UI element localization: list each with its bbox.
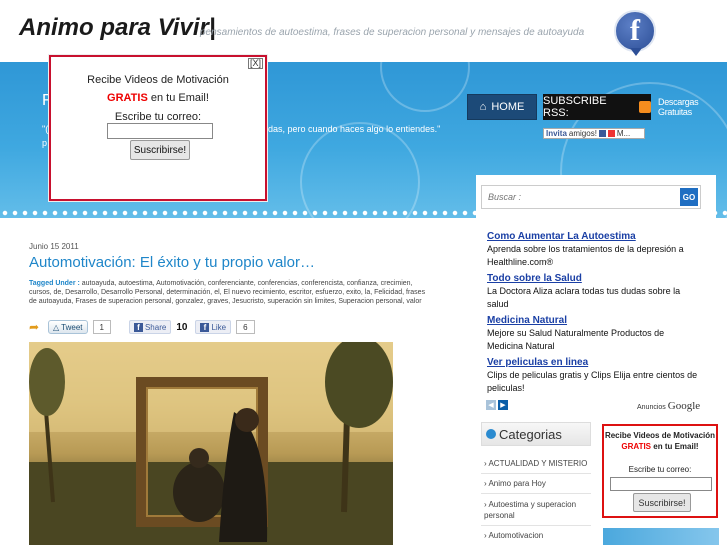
share-count: 10: [176, 321, 188, 333]
banner-quote-line: "(: [42, 124, 49, 134]
ad-text: Aprenda sobre los tratamientos de la dep…: [487, 244, 684, 267]
ad-pager: ◀ ▶: [486, 400, 508, 410]
descargas-gratuitas-link[interactable]: Descargas Gratuitas: [658, 97, 727, 117]
like-label: Like: [211, 322, 227, 332]
twitter-bird-icon: △: [53, 322, 60, 332]
chevron-left-icon[interactable]: ◀: [486, 400, 496, 410]
category-item[interactable]: › Autoestima y superacion personal: [484, 499, 589, 521]
facebook-bubble-tail: [630, 48, 642, 56]
post-image[interactable]: [29, 342, 393, 545]
invita-text: amigos!: [568, 129, 597, 138]
sidebar-banner-strip: [603, 528, 719, 545]
categories-bullet-icon: [486, 429, 496, 439]
ad-title[interactable]: Ver peliculas en linea: [487, 357, 702, 369]
ad-text: Mejore su Salud Naturalmente Productos d…: [487, 328, 665, 351]
mail-mini-label: M...: [616, 129, 631, 138]
category-label: ACTUALIDAD Y MISTERIO: [488, 459, 588, 468]
home-icon: ⌂: [479, 101, 487, 113]
search-input[interactable]: [488, 186, 678, 208]
popup-title: Recibe Videos de Motivación: [87, 74, 229, 86]
banner-quote-line: p: [42, 138, 48, 148]
post-title[interactable]: Automotivación: El éxito y tu propio val…: [29, 254, 315, 271]
nav-home-button[interactable]: ⌂ HOME: [467, 94, 537, 120]
like-count: 6: [236, 320, 255, 334]
divider: [481, 493, 591, 494]
category-item[interactable]: › ACTUALIDAD Y MISTERIO: [484, 458, 589, 469]
sidebar-subscribe-title: Recibe Videos de Motivación GRATIS en tu …: [604, 430, 716, 452]
popup-subtitle-rest: en tu Email!: [147, 92, 209, 104]
ad-title[interactable]: Todo sobre la Salud: [487, 273, 702, 285]
google-logo: Google: [667, 400, 701, 412]
invita-label: Invita: [546, 129, 567, 138]
share-row: ➦ △ Tweet 1 f Share 10 f Like 6: [29, 319, 255, 335]
facebook-like-button[interactable]: f Like: [195, 320, 232, 334]
post-tags-list[interactable]: autoayuda, autoestima, Automotivación, c…: [29, 280, 425, 305]
subscribe-popup: [X] Recibe Videos de Motivación GRATIS e…: [49, 55, 267, 201]
popup-email-label: Escribe tu correo:: [114, 111, 202, 123]
ad-text: Clips de peliculas gratis y Clips Elija …: [487, 370, 698, 393]
post-image-illustration: [29, 342, 393, 545]
ad-title[interactable]: Medicina Natural: [487, 315, 702, 327]
popup-subscribe-button[interactable]: Suscribirse!: [130, 140, 190, 160]
banner-swirl: [380, 62, 470, 112]
post-tags-label: Tagged Under :: [29, 280, 80, 287]
post-tags: Tagged Under : autoayuda, autoestima, Au…: [29, 279, 429, 306]
facebook-icon: f: [200, 322, 210, 332]
subscribe-rss-button[interactable]: SUBSCRIBE RSS:: [543, 94, 651, 120]
share-label: Share: [144, 322, 167, 332]
sidebar-subscribe-box: Recibe Videos de Motivación GRATIS en tu …: [602, 424, 718, 518]
site-title[interactable]: Animo para Vivir|: [19, 14, 216, 42]
facebook-share-button[interactable]: f Share: [128, 320, 172, 334]
nav-home-label: HOME: [491, 101, 525, 113]
ad-text: La Doctora Aliza aclara todas tus dudas …: [487, 286, 681, 309]
facebook-mini-icon: [598, 130, 606, 137]
site-tagline: pensamientos de autoestima, frases de su…: [200, 27, 585, 38]
ads-list: Como Aumentar La Autoestima Aprenda sobr…: [487, 231, 702, 399]
search-box: GO: [481, 185, 701, 209]
categories-title: Categorias: [499, 426, 562, 442]
categories-header: Categorias: [481, 422, 591, 446]
heart-mini-icon: [607, 130, 615, 137]
category-item[interactable]: › Automotivacion: [484, 530, 589, 541]
share-arrow-icon: ➦: [29, 320, 40, 334]
site-header: Animo para Vivir| pensamientos de autoes…: [0, 0, 727, 62]
categories-widget: Categorias › ACTUALIDAD Y MISTERIO › Ani…: [481, 422, 591, 545]
divider: [481, 525, 591, 526]
tweet-button[interactable]: △ Tweet: [48, 320, 88, 334]
tweet-count: 1: [92, 320, 111, 334]
chevron-right-icon[interactable]: ▶: [498, 400, 508, 410]
category-label: Animo para Hoy: [488, 479, 546, 488]
post-date: Junio 15 2011: [29, 242, 79, 251]
category-item[interactable]: › Animo para Hoy: [484, 478, 589, 489]
facebook-glyph: f: [630, 14, 640, 47]
subscribe-rss-label: SUBSCRIBE RSS:: [543, 95, 607, 119]
sidebar-subscribe-button[interactable]: Suscribirse!: [633, 493, 691, 512]
banner-swirl: [300, 122, 420, 218]
category-label: Automotivacion: [488, 531, 544, 540]
sidebar-subscribe-line2: en tu Email!: [651, 442, 699, 451]
ad-title[interactable]: Como Aumentar La Autoestima: [487, 231, 702, 243]
facebook-icon[interactable]: f: [614, 10, 656, 52]
popup-email-input[interactable]: [107, 123, 213, 139]
ads-by-google[interactable]: Anuncios Google: [637, 400, 700, 412]
category-label: Autoestima y superacion personal: [484, 500, 577, 520]
sidebar-email-label: Escribe tu correo:: [628, 465, 692, 474]
search-go-button[interactable]: GO: [680, 188, 698, 206]
sidebar-email-input[interactable]: [610, 477, 712, 491]
divider: [481, 473, 591, 474]
banner-quote-text: das, pero cuando haces algo lo entiendes…: [268, 124, 441, 134]
facebook-icon: f: [133, 322, 143, 332]
sidebar-subscribe-gratis: GRATIS: [621, 442, 652, 451]
ads-by-label: Anuncios: [637, 404, 666, 411]
popup-subtitle: GRATIS en tu Email!: [51, 92, 265, 104]
popup-gratis: GRATIS: [107, 92, 148, 104]
tweet-label: Tweet: [61, 322, 83, 332]
invita-amigos-widget[interactable]: Invita amigos! M...: [543, 128, 645, 139]
rss-icon: [639, 101, 651, 113]
sidebar-subscribe-line1: Recibe Videos de Motivación: [604, 431, 716, 440]
close-icon[interactable]: [X]: [247, 58, 263, 69]
